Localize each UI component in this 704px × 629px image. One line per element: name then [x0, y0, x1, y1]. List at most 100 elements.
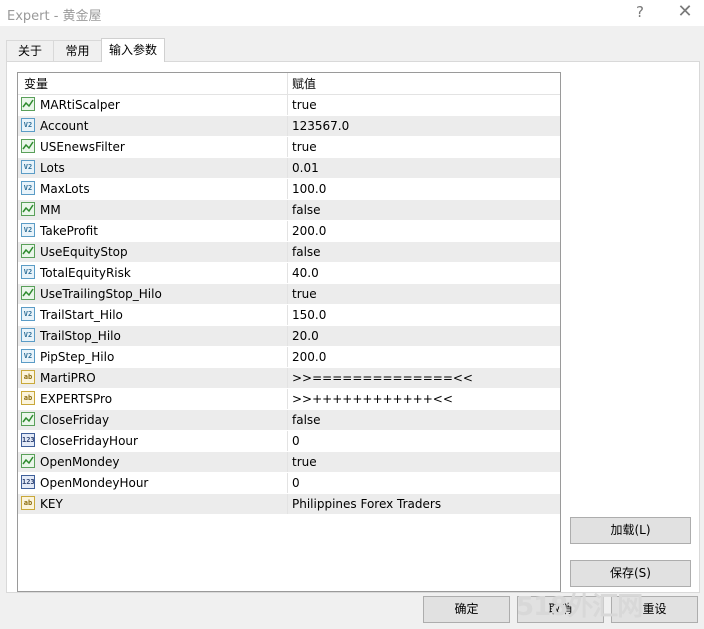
param-name: OpenMondey — [40, 455, 120, 469]
table-row[interactable]: ab MartiPRO >>==============<< — [18, 368, 560, 389]
table-row[interactable]: V2 TrailStop_Hilo 20.0 — [18, 326, 560, 347]
cell-divider — [287, 368, 288, 388]
param-value[interactable]: Philippines Forex Traders — [292, 494, 441, 515]
table-row[interactable]: UseEquityStop false — [18, 242, 560, 263]
param-value[interactable]: true — [292, 284, 317, 305]
param-value[interactable]: false — [292, 200, 321, 221]
cell-divider — [287, 263, 288, 283]
param-value[interactable]: false — [292, 242, 321, 263]
table-row[interactable]: CloseFriday false — [18, 410, 560, 431]
param-value[interactable]: 200.0 — [292, 221, 326, 242]
grid-rows: MARtiScalper true V2 Account 123567.0 USEnews… — [18, 95, 560, 515]
string-param-icon: ab — [21, 391, 35, 405]
column-header-variable[interactable]: 变量 — [24, 73, 48, 94]
param-value[interactable]: 0 — [292, 473, 300, 494]
bool-param-icon — [21, 139, 35, 153]
param-value[interactable]: 40.0 — [292, 263, 319, 284]
param-value[interactable]: false — [292, 410, 321, 431]
table-row[interactable]: MARtiScalper true — [18, 95, 560, 116]
param-name: TrailStart_Hilo — [40, 308, 123, 322]
table-row[interactable]: V2 TrailStart_Hilo 150.0 — [18, 305, 560, 326]
help-icon[interactable]: ? — [632, 2, 648, 22]
watermark-logo: 518外汇网 — [516, 586, 643, 623]
int-param-icon: 123 — [21, 433, 35, 447]
table-row[interactable]: V2 TakeProfit 200.0 — [18, 221, 560, 242]
cell-divider — [287, 116, 288, 136]
cell-divider — [287, 431, 288, 451]
table-row[interactable]: V2 PipStep_Hilo 200.0 — [18, 347, 560, 368]
param-name: PipStep_Hilo — [40, 350, 115, 364]
param-name: OpenMondeyHour — [40, 476, 149, 490]
table-row[interactable]: USEnewsFilter true — [18, 137, 560, 158]
param-name: UseTrailingStop_Hilo — [40, 287, 162, 301]
cell-divider — [287, 305, 288, 325]
param-name: MaxLots — [40, 182, 90, 196]
param-value[interactable]: true — [292, 452, 317, 473]
string-param-icon: ab — [21, 370, 35, 384]
param-name: Lots — [40, 161, 65, 175]
tab-input-params[interactable]: 输入参数 — [101, 38, 165, 62]
param-value[interactable]: 123567.0 — [292, 116, 349, 137]
param-name: TakeProfit — [40, 224, 98, 238]
title-bar: Expert - 黄金屋 ? ✕ — [0, 0, 704, 26]
double-param-icon: V2 — [21, 118, 35, 132]
cell-divider — [287, 242, 288, 262]
tab-about[interactable]: 关于 — [6, 40, 54, 62]
double-param-icon: V2 — [21, 307, 35, 321]
param-value[interactable]: 20.0 — [292, 326, 319, 347]
param-name: MM — [40, 203, 61, 217]
param-name: MARtiScalper — [40, 98, 120, 112]
double-param-icon: V2 — [21, 328, 35, 342]
param-value[interactable]: 0.01 — [292, 158, 319, 179]
cell-divider — [287, 347, 288, 367]
cell-divider — [287, 410, 288, 430]
bool-param-icon — [21, 412, 35, 426]
cell-divider — [287, 158, 288, 178]
bool-param-icon — [21, 97, 35, 111]
param-name: CloseFriday — [40, 413, 110, 427]
param-value[interactable]: true — [292, 137, 317, 158]
param-name: UseEquityStop — [40, 245, 128, 259]
string-param-icon: ab — [21, 496, 35, 510]
bool-param-icon — [21, 202, 35, 216]
table-row[interactable]: 123 OpenMondeyHour 0 — [18, 473, 560, 494]
param-name: Account — [40, 119, 89, 133]
param-value[interactable]: 100.0 — [292, 179, 326, 200]
param-value[interactable]: 0 — [292, 431, 300, 452]
double-param-icon: V2 — [21, 223, 35, 237]
param-name: KEY — [40, 497, 63, 511]
grid-header: 变量 赋值 — [18, 73, 560, 95]
table-row[interactable]: ab KEY Philippines Forex Traders — [18, 494, 560, 515]
table-row[interactable]: V2 TotalEquityRisk 40.0 — [18, 263, 560, 284]
param-value[interactable]: 150.0 — [292, 305, 326, 326]
table-row[interactable]: V2 Lots 0.01 — [18, 158, 560, 179]
param-value[interactable]: true — [292, 95, 317, 116]
table-row[interactable]: MM false — [18, 200, 560, 221]
ok-button[interactable]: 确定 — [423, 596, 510, 623]
load-button[interactable]: 加载(L) — [570, 517, 691, 544]
param-name: MartiPRO — [40, 371, 96, 385]
param-name: USEnewsFilter — [40, 140, 125, 154]
table-row[interactable]: V2 MaxLots 100.0 — [18, 179, 560, 200]
column-divider[interactable] — [287, 73, 288, 94]
save-button[interactable]: 保存(S) — [570, 560, 691, 587]
table-row[interactable]: ab EXPERTSPro >>++++++++++++<< — [18, 389, 560, 410]
bool-param-icon — [21, 286, 35, 300]
column-header-value[interactable]: 赋值 — [292, 73, 316, 94]
int-param-icon: 123 — [21, 475, 35, 489]
tab-common[interactable]: 常用 — [53, 40, 102, 62]
table-row[interactable]: OpenMondey true — [18, 452, 560, 473]
table-row[interactable]: V2 Account 123567.0 — [18, 116, 560, 137]
cell-divider — [287, 389, 288, 409]
parameters-grid: 变量 赋值 MARtiScalper true V2 Account 123567.0 U… — [17, 72, 561, 592]
close-icon[interactable]: ✕ — [676, 2, 694, 22]
param-value[interactable]: >>++++++++++++<< — [292, 389, 453, 410]
param-value[interactable]: >>==============<< — [292, 368, 473, 389]
table-row[interactable]: UseTrailingStop_Hilo true — [18, 284, 560, 305]
table-row[interactable]: 123 CloseFridayHour 0 — [18, 431, 560, 452]
double-param-icon: V2 — [21, 160, 35, 174]
param-value[interactable]: 200.0 — [292, 347, 326, 368]
bool-param-icon — [21, 244, 35, 258]
double-param-icon: V2 — [21, 181, 35, 195]
cell-divider — [287, 326, 288, 346]
